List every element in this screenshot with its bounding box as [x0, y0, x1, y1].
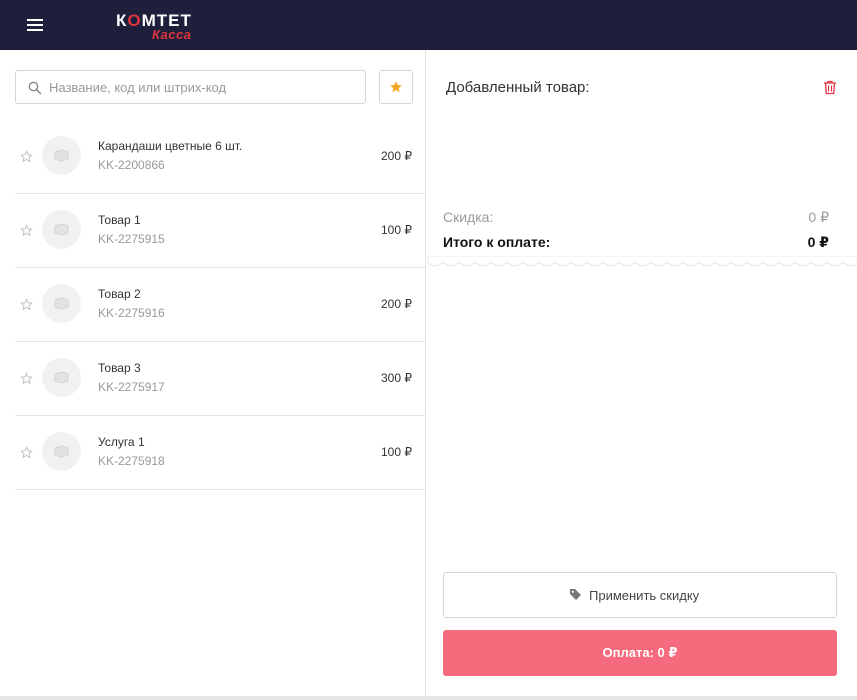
- list-item[interactable]: Товар 3 KK-2275917 300 ₽: [15, 342, 426, 416]
- product-code: KK-2275915: [98, 232, 165, 246]
- search-input[interactable]: [49, 72, 359, 102]
- product-name: Товар 1: [98, 213, 141, 227]
- total-value: 0 ₽: [807, 234, 829, 250]
- app-header: КОМТЕТ Касса: [0, 0, 857, 50]
- app-logo: КОМТЕТ Касса: [116, 10, 206, 42]
- search-icon: [28, 81, 42, 95]
- star-outline-icon[interactable]: [20, 372, 33, 385]
- box-icon: [54, 297, 69, 310]
- star-outline-icon[interactable]: [20, 150, 33, 163]
- list-item[interactable]: Карандаши цветные 6 шт. KK-2200866 200 ₽: [15, 120, 426, 194]
- favorites-filter-button[interactable]: [379, 70, 413, 104]
- product-panel: Карандаши цветные 6 шт. KK-2200866 200 ₽…: [0, 50, 426, 696]
- product-thumbnail: [42, 432, 81, 471]
- star-outline-icon[interactable]: [20, 446, 33, 459]
- list-item[interactable]: Услуга 1 KK-2275918 100 ₽: [15, 416, 426, 490]
- list-item[interactable]: Товар 1 KK-2275915 100 ₽: [15, 194, 426, 268]
- product-price: 100 ₽: [381, 223, 412, 237]
- apply-discount-label: Применить скидку: [589, 588, 700, 603]
- logo-sub: Касса: [152, 27, 192, 42]
- product-price: 300 ₽: [381, 371, 412, 385]
- receipt-edge: [427, 256, 857, 267]
- box-icon: [54, 149, 69, 162]
- trash-icon[interactable]: [823, 80, 837, 95]
- apply-discount-button[interactable]: Применить скидку: [443, 572, 837, 618]
- star-filled-icon: [390, 81, 402, 93]
- discount-value: 0 ₽: [808, 209, 829, 225]
- bottom-strip: [0, 696, 857, 700]
- discount-label: Скидка:: [443, 209, 494, 225]
- tag-icon: [570, 589, 581, 600]
- box-icon: [54, 371, 69, 384]
- box-icon: [54, 223, 69, 236]
- product-thumbnail: [42, 136, 81, 175]
- product-code: KK-2275916: [98, 306, 165, 320]
- product-price: 100 ₽: [381, 445, 412, 459]
- product-code: KK-2200866: [98, 158, 165, 172]
- product-thumbnail: [42, 210, 81, 249]
- product-code: KK-2275917: [98, 380, 165, 394]
- product-name: Товар 3: [98, 361, 141, 375]
- product-name: Услуга 1: [98, 435, 145, 449]
- list-item[interactable]: Товар 2 KK-2275916 200 ₽: [15, 268, 426, 342]
- product-name: Товар 2: [98, 287, 141, 301]
- product-price: 200 ₽: [381, 297, 412, 311]
- menu-icon[interactable]: [24, 16, 46, 34]
- product-name: Карандаши цветные 6 шт.: [98, 139, 243, 153]
- search-box[interactable]: [15, 70, 366, 104]
- product-thumbnail: [42, 284, 81, 323]
- cart-title: Добавленный товар:: [446, 79, 590, 96]
- product-thumbnail: [42, 358, 81, 397]
- star-outline-icon[interactable]: [20, 298, 33, 311]
- box-icon: [54, 445, 69, 458]
- product-list: Карандаши цветные 6 шт. KK-2200866 200 ₽…: [15, 120, 426, 490]
- product-code: KK-2275918: [98, 454, 165, 468]
- total-label: Итого к оплате:: [443, 234, 551, 250]
- star-outline-icon[interactable]: [20, 224, 33, 237]
- cart-panel: Добавленный товар: Скидка: 0 ₽ Итого к о…: [427, 50, 857, 696]
- product-price: 200 ₽: [381, 149, 412, 163]
- pay-button[interactable]: Оплата: 0 ₽: [443, 630, 837, 676]
